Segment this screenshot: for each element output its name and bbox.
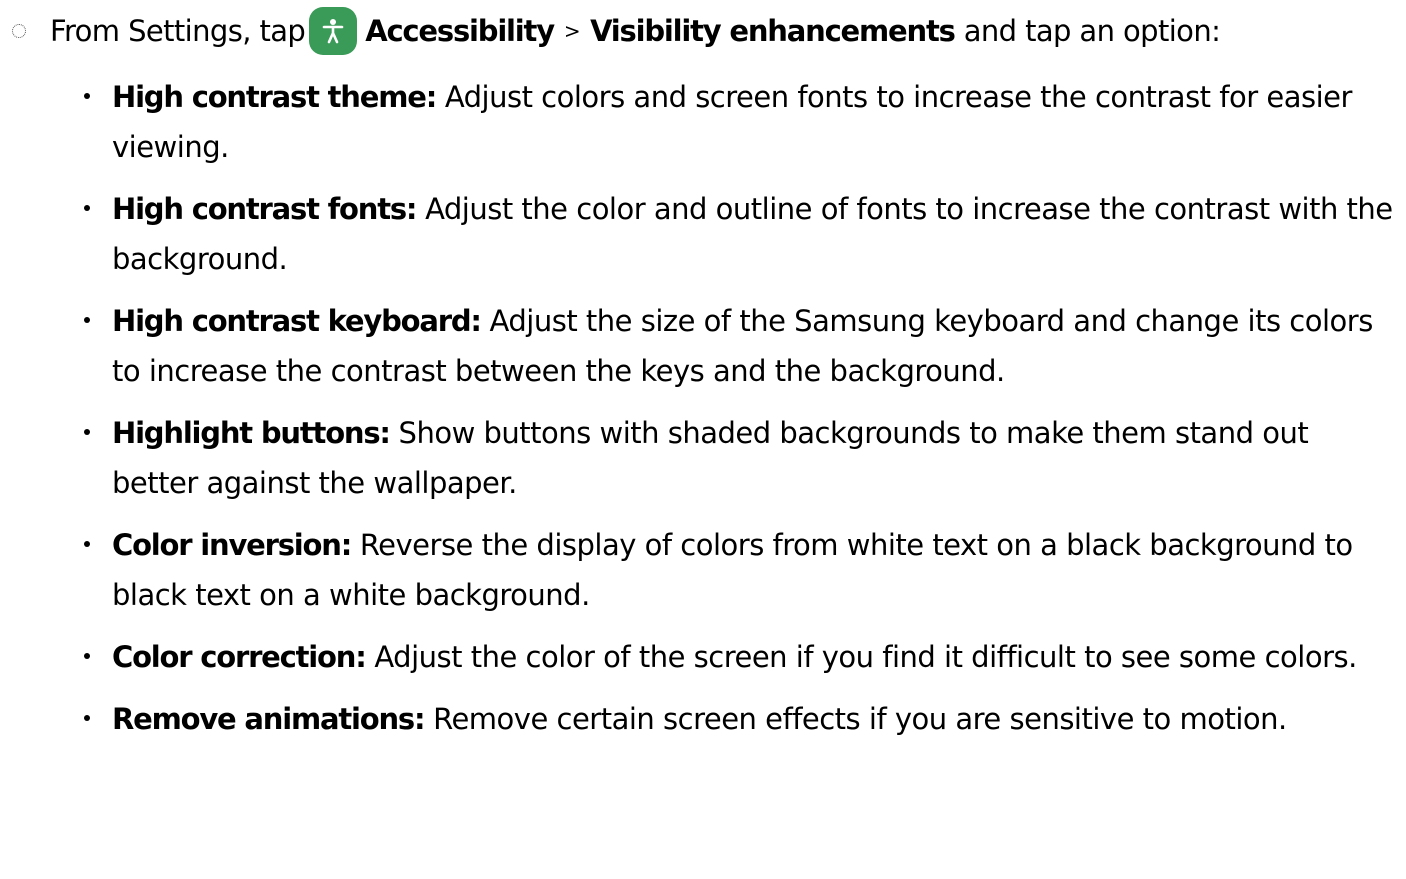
- option-high-contrast-fonts: High contrast fonts: Adjust the color an…: [80, 184, 1398, 284]
- option-term: High contrast theme:: [112, 80, 437, 114]
- option-term: Color inversion:: [112, 528, 352, 562]
- menu-visibility-enhancements: Visibility enhancements: [590, 14, 956, 48]
- bullet-icon: [84, 93, 90, 99]
- document-page: From Settings, tap Accessibility > Visib…: [0, 0, 1406, 879]
- bullet-icon: [84, 205, 90, 211]
- option-term: High contrast fonts:: [112, 192, 418, 226]
- option-color-correction: Color correction: Adjust the color of th…: [80, 632, 1398, 682]
- step-instruction: From Settings, tap Accessibility > Visib…: [0, 7, 1221, 55]
- step-prefix: From Settings, tap: [50, 14, 306, 48]
- bullet-icon: [84, 317, 90, 323]
- option-term: High contrast keyboard:: [112, 304, 482, 338]
- option-description: Remove certain screen effects if you are…: [433, 702, 1287, 736]
- option-high-contrast-keyboard: High contrast keyboard: Adjust the size …: [80, 296, 1398, 396]
- step-marker-icon: [12, 24, 26, 38]
- options-list: High contrast theme: Adjust colors and s…: [80, 72, 1398, 756]
- option-term: Remove animations:: [112, 702, 426, 736]
- accessibility-icon: [309, 7, 358, 55]
- bullet-icon: [84, 429, 90, 435]
- step-suffix: and tap an option:: [963, 14, 1221, 48]
- bullet-icon: [84, 653, 90, 659]
- breadcrumb-separator: >: [563, 19, 581, 43]
- option-remove-animations: Remove animations: Remove certain screen…: [80, 694, 1398, 744]
- menu-accessibility: Accessibility: [365, 14, 555, 48]
- option-color-inversion: Color inversion: Reverse the display of …: [80, 520, 1398, 620]
- option-term: Color correction:: [112, 640, 367, 674]
- option-term: Highlight buttons:: [112, 416, 391, 450]
- option-description: Adjust the color of the screen if you fi…: [374, 640, 1357, 674]
- bullet-icon: [84, 715, 90, 721]
- option-highlight-buttons: Highlight buttons: Show buttons with sha…: [80, 408, 1398, 508]
- bullet-icon: [84, 541, 90, 547]
- option-high-contrast-theme: High contrast theme: Adjust colors and s…: [80, 72, 1398, 172]
